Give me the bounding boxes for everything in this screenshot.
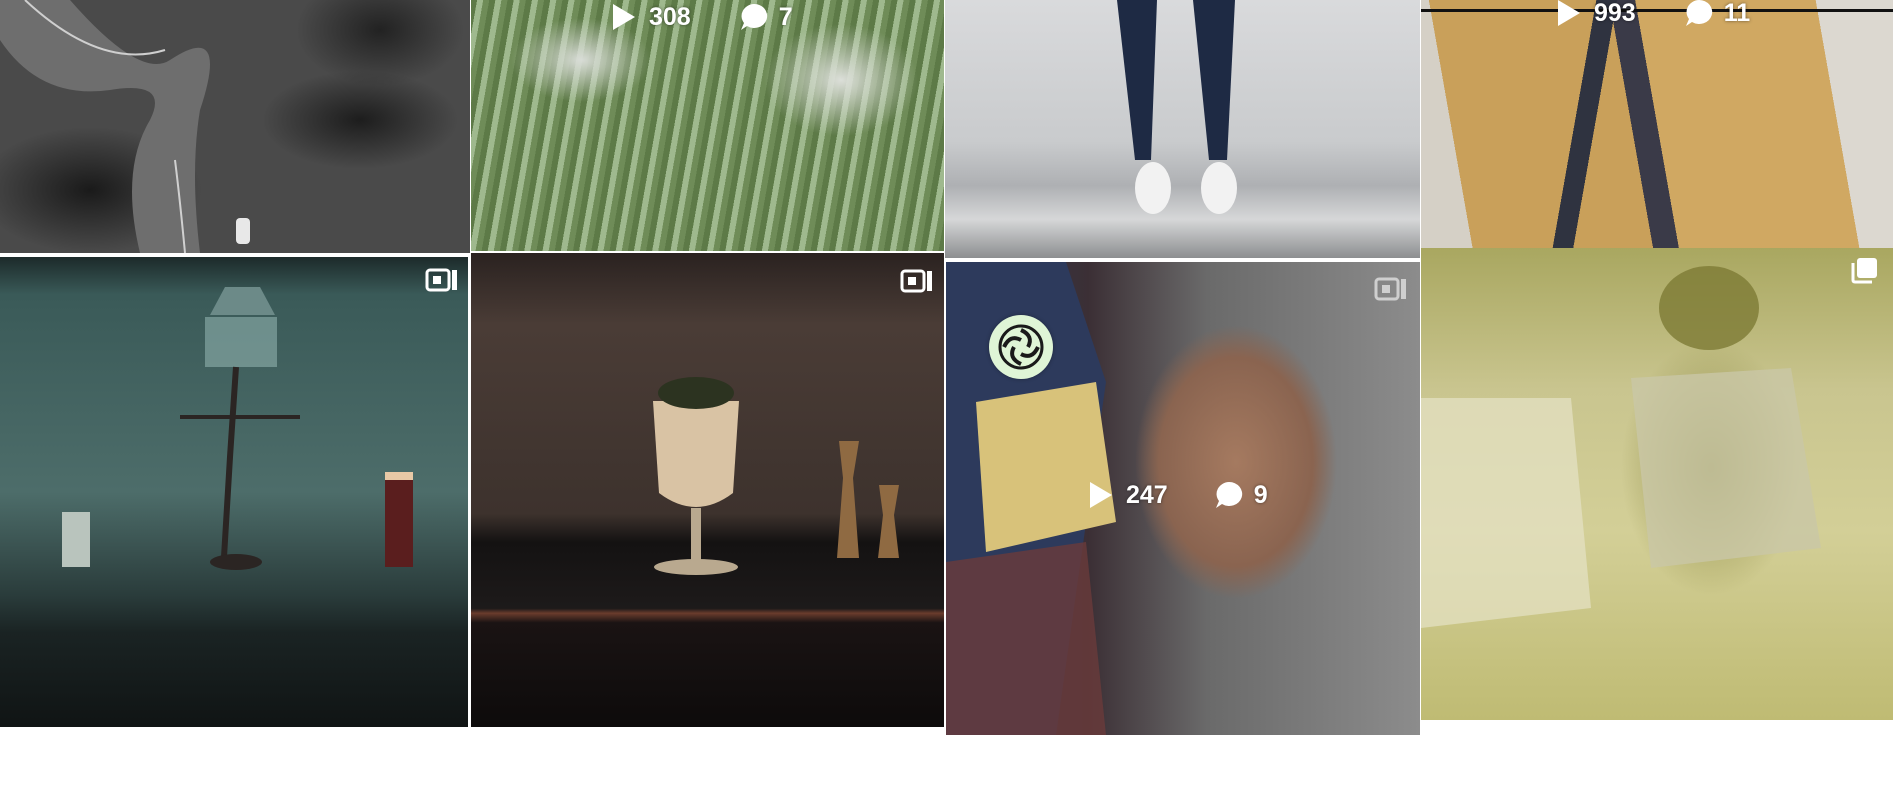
igtv-icon	[900, 269, 932, 293]
tile-1-image	[0, 0, 250, 253]
grid-tile-8[interactable]	[1421, 248, 1893, 720]
tile-4-stats: 993 11	[1556, 0, 1750, 28]
play-icon	[613, 4, 635, 30]
grid-tile-2[interactable]: 308 7	[471, 0, 944, 251]
comment-icon	[1685, 0, 1712, 26]
plays-count: 247	[1126, 480, 1168, 509]
plays-count: 308	[649, 2, 691, 31]
play-icon	[1558, 0, 1580, 26]
grid-tile-4[interactable]: 993 11	[1421, 0, 1893, 248]
igtv-icon	[425, 268, 457, 292]
swirl-logo-button[interactable]	[989, 315, 1053, 379]
grid-tile-5[interactable]	[0, 257, 468, 727]
grid-tile-6[interactable]	[471, 253, 944, 727]
comments-stat: 9	[1214, 480, 1268, 510]
tile-6-image	[653, 377, 899, 575]
swirl-logo-icon	[998, 324, 1044, 370]
grid-tile-3[interactable]	[945, 0, 1420, 258]
grid-tile-1[interactable]	[0, 0, 470, 253]
carousel-icon	[1851, 258, 1877, 284]
tile-2-stats: 308 7	[611, 2, 793, 32]
comment-icon	[1215, 481, 1242, 508]
comments-stat: 7	[739, 2, 793, 32]
igtv-icon	[1374, 277, 1406, 301]
tile-8-image	[1421, 266, 1821, 628]
tile-7-stats: 247 9	[1088, 480, 1268, 510]
comment-icon	[740, 3, 767, 30]
plays-stat: 247	[1088, 480, 1168, 510]
plays-stat: 993	[1556, 0, 1636, 28]
play-icon	[1090, 482, 1112, 508]
comments-count: 7	[778, 2, 793, 31]
plays-stat: 308	[611, 2, 691, 32]
comments-count: 11	[1723, 0, 1751, 27]
tile-3-image	[1117, 0, 1237, 214]
comments-count: 9	[1253, 480, 1268, 509]
plays-count: 993	[1594, 0, 1636, 27]
tile-5-image	[62, 287, 413, 570]
comments-stat: 11	[1684, 0, 1750, 28]
